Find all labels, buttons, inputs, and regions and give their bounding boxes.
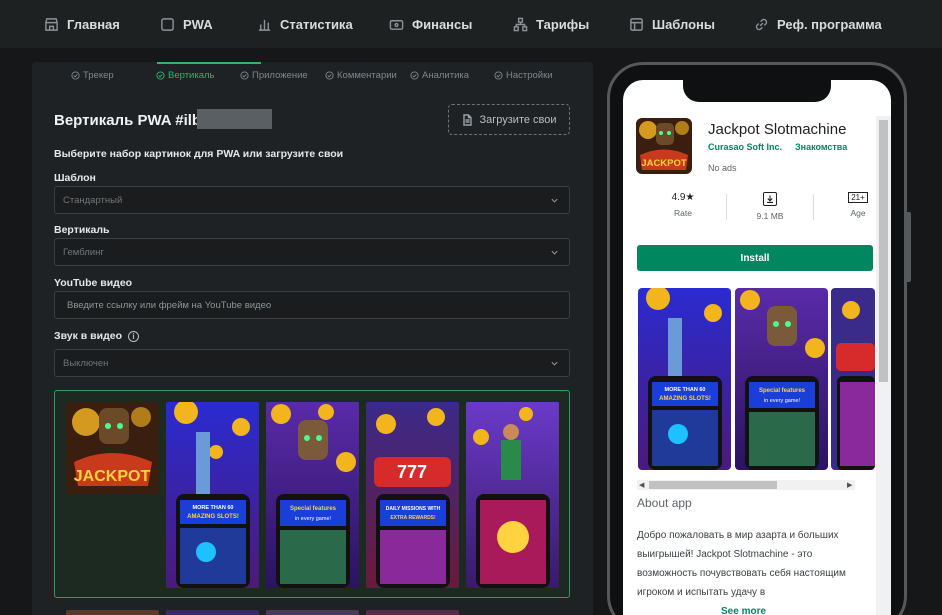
store-icon (45, 17, 58, 31)
info-icon[interactable]: i (127, 330, 139, 342)
vertical-label: Вертикаль (54, 224, 110, 236)
ads-note: No ads (708, 163, 737, 173)
check-circle-icon (410, 70, 419, 80)
check-circle-icon (156, 70, 165, 80)
svg-text:in every game!: in every game! (764, 398, 801, 404)
scroll-left-icon[interactable]: ◀ (639, 481, 644, 489)
upload-own-button[interactable]: Загрузите свои (448, 104, 570, 135)
scrollbar-thumb[interactable] (649, 481, 777, 489)
svg-text:Special features: Special features (759, 388, 806, 394)
gallery-screenshot-4[interactable] (466, 402, 559, 588)
nav-home[interactable]: Главная (44, 0, 120, 48)
chevron-down-icon (551, 361, 558, 366)
svg-text:JACKPOT: JACKPOT (641, 158, 687, 169)
check-circle-icon (494, 70, 503, 80)
category-link[interactable]: Знакомства (795, 142, 847, 152)
chevron-down-icon (551, 250, 558, 255)
square-icon (161, 17, 174, 31)
preview-screenshot-3[interactable] (831, 288, 875, 470)
page-title: Вертикаль PWA #ilb (54, 112, 202, 129)
youtube-input[interactable]: Введите ссылку или фрейм на YouTube виде… (54, 291, 570, 319)
check-circle-icon (240, 70, 249, 80)
step-tabs: Трекер Вертикаль Приложение Комментарии … (32, 62, 593, 88)
phone-notch (683, 78, 831, 102)
form-subtitle: Выберите набор картинок для PWA или загр… (54, 148, 344, 160)
nav-tariffs[interactable]: Тарифы (513, 0, 589, 48)
app-description: Добро пожаловать в мир азарта и больших … (637, 530, 846, 598)
gallery-next-row-2 (166, 610, 259, 615)
tab-analytics[interactable]: Аналитика (410, 62, 469, 88)
link-icon (755, 18, 768, 30)
scroll-right-icon[interactable]: ▶ (847, 481, 852, 489)
tab-tracker[interactable]: Трекер (71, 62, 114, 88)
stat-divider (813, 194, 814, 220)
nav-finance[interactable]: Финансы (389, 0, 472, 48)
redacted-id (197, 109, 272, 129)
layout-icon (630, 17, 643, 31)
network-icon (513, 17, 528, 31)
rating-stat: 4.9★ Rate (671, 192, 695, 218)
svg-text:MORE THAN 60: MORE THAN 60 (665, 387, 706, 393)
preview-screenshot-1[interactable]: MORE THAN 60 AMAZING SLOTS! (638, 288, 731, 470)
vertical-select[interactable]: Гемблинг (54, 238, 570, 266)
see-more-link[interactable]: See more (721, 606, 766, 615)
gallery-next-row-1 (66, 610, 159, 615)
download-icon (763, 192, 777, 206)
age-rating-icon: 21+ (848, 192, 868, 203)
nav-statistics[interactable]: Статистика (257, 0, 353, 48)
about-app-heading: About app (637, 496, 692, 510)
install-button[interactable]: Install (637, 245, 873, 271)
youtube-label: YouTube видео (54, 277, 133, 289)
tab-application[interactable]: Приложение (240, 62, 308, 88)
svg-text:MORE THAN 60: MORE THAN 60 (193, 505, 234, 511)
scrollbar-thumb[interactable] (879, 120, 888, 382)
preview-screenshot-2[interactable]: Special features in every game! (735, 288, 828, 470)
document-icon (463, 113, 473, 126)
sound-select[interactable]: Выключен (54, 349, 570, 377)
wallet-icon (389, 19, 404, 30)
check-circle-icon (325, 70, 334, 80)
app-name: Jackpot Slotmachine (708, 121, 847, 138)
tab-comments[interactable]: Комментарии (325, 62, 397, 88)
tab-settings[interactable]: Настройки (494, 62, 553, 88)
nav-referral[interactable]: Реф. программа (754, 0, 882, 48)
check-circle-icon (71, 70, 80, 80)
sound-label: Звук в видео i (54, 330, 139, 342)
svg-text:AMAZING SLOTS!: AMAZING SLOTS! (659, 396, 711, 402)
app-icon: JACKPOT (636, 118, 692, 174)
template-select[interactable]: Стандартный (54, 186, 570, 214)
svg-text:JACKPOT: JACKPOT (74, 468, 151, 485)
svg-text:DAILY MISSIONS WITH: DAILY MISSIONS WITH (386, 506, 441, 512)
size-stat: 9.1 MB (745, 192, 795, 221)
preview-vertical-scrollbar[interactable] (876, 116, 891, 615)
svg-text:777: 777 (397, 462, 427, 482)
gallery-screenshot-3[interactable]: 777 DAILY MISSIONS WITH EXTRA REWARDS! (366, 402, 459, 588)
screenshots-scrollbar[interactable]: ◀ ▶ (637, 480, 855, 490)
developer-link[interactable]: Curasao Soft Inc. (708, 142, 782, 152)
gallery-next-row-3 (266, 610, 359, 615)
gallery-icon-image[interactable]: JACKPOT (66, 402, 159, 494)
svg-text:in every game!: in every game! (295, 516, 332, 522)
top-navigation: Главная PWA Статистика Финансы Тарифы Ша… (0, 0, 942, 48)
svg-text:EXTRA REWARDS!: EXTRA REWARDS! (390, 515, 436, 521)
app-store-preview: JACKPOT Jackpot Slotmachine Curasao Soft… (623, 80, 891, 615)
gallery-next-row-4 (366, 610, 459, 615)
gallery-screenshot-2[interactable]: Special features in every game! (266, 402, 359, 588)
nav-templates[interactable]: Шаблоны (629, 0, 715, 48)
tab-vertical[interactable]: Вертикаль (156, 62, 215, 88)
form-panel: Трекер Вертикаль Приложение Комментарии … (32, 62, 593, 615)
stat-divider (726, 194, 727, 220)
svg-text:AMAZING SLOTS!: AMAZING SLOTS! (187, 514, 239, 520)
chevron-down-icon (551, 198, 558, 203)
image-set-gallery[interactable]: JACKPOT MORE THAN 60 AMAZING SLOTS! Spec… (54, 390, 570, 598)
template-label: Шаблон (54, 172, 96, 184)
nav-pwa[interactable]: PWA (160, 0, 213, 48)
phone-side-button (905, 212, 911, 282)
bar-chart-icon (258, 19, 271, 31)
svg-text:Special features: Special features (290, 506, 337, 512)
gallery-screenshot-1[interactable]: MORE THAN 60 AMAZING SLOTS! (166, 402, 259, 588)
